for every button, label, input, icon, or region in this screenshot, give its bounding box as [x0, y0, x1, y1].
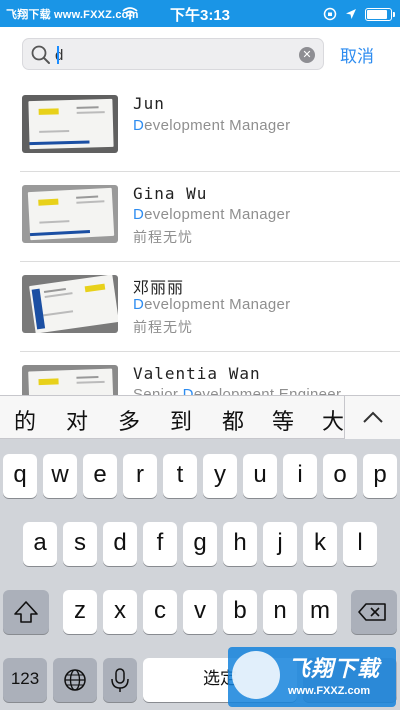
title-prefix: Senior	[133, 386, 183, 395]
watermark-url: www.FXXZ.com	[288, 685, 371, 697]
search-header: ✕ 取消	[0, 27, 400, 82]
shift-icon	[14, 601, 38, 623]
chevron-up-icon	[363, 411, 383, 423]
app-root: 飞翔下载 www.FXXZ.com 下午3:13 d ✕ 取消 Jun Deve…	[0, 0, 400, 710]
key-m[interactable]: m	[303, 590, 337, 634]
result-row[interactable]: Valentia Wan Senior Development Engineer	[0, 352, 400, 395]
shift-key[interactable]	[3, 590, 49, 634]
title-text: evelopment Manager	[144, 117, 291, 134]
key-h[interactable]: h	[223, 522, 257, 566]
contact-name: Jun	[133, 94, 165, 113]
key-z[interactable]: z	[63, 590, 97, 634]
key-x[interactable]: x	[103, 590, 137, 634]
globe-key[interactable]	[53, 658, 97, 702]
contact-title: Development Manager	[133, 117, 290, 134]
watermark-text: 飞翔下载	[288, 656, 381, 681]
match-highlight: D	[133, 296, 145, 313]
dictation-key[interactable]	[103, 658, 137, 702]
key-o[interactable]: o	[323, 454, 357, 498]
microphone-icon	[111, 668, 129, 692]
clear-search-button[interactable]: ✕	[299, 47, 315, 63]
key-a[interactable]: a	[23, 522, 57, 566]
contact-name: Valentia Wan	[133, 364, 261, 383]
title-text: evelopment Engineer	[193, 386, 342, 395]
key-g[interactable]: g	[183, 522, 217, 566]
title-text: evelopment Manager	[144, 206, 291, 223]
contact-company: 前程无忧	[133, 319, 193, 335]
delete-key[interactable]	[351, 590, 397, 634]
candidate-word[interactable]: 对	[66, 404, 88, 436]
key-t[interactable]: t	[163, 454, 197, 498]
backspace-icon	[358, 603, 386, 621]
status-bar: 飞翔下载 www.FXXZ.com 下午3:13	[0, 0, 400, 27]
expand-candidates-button[interactable]	[344, 396, 400, 439]
globe-icon	[64, 669, 86, 691]
match-highlight: D	[182, 386, 194, 395]
key-p[interactable]: p	[363, 454, 397, 498]
location-icon	[346, 9, 356, 19]
key-w[interactable]: w	[43, 454, 77, 498]
search-input[interactable]	[55, 43, 285, 67]
business-card-thumbnail	[22, 95, 118, 153]
candidate-word[interactable]: 到	[170, 404, 192, 436]
key-j[interactable]: j	[263, 522, 297, 566]
key-b[interactable]: b	[223, 590, 257, 634]
candidate-word[interactable]: 都	[222, 404, 244, 436]
key-q[interactable]: q	[3, 454, 37, 498]
key-y[interactable]: y	[203, 454, 237, 498]
cancel-button[interactable]: 取消	[340, 42, 374, 67]
watermark-logo: 飞翔下载 www.FXXZ.com	[228, 647, 396, 707]
candidate-word[interactable]: 多	[118, 404, 140, 436]
candidate-word[interactable]: 的	[14, 404, 36, 436]
key-d[interactable]: d	[103, 522, 137, 566]
contact-title: Senior Development Engineer	[133, 386, 341, 395]
contact-title: Development Manager	[133, 206, 290, 223]
text-cursor	[57, 46, 59, 64]
business-card-thumbnail	[22, 275, 118, 333]
orientation-lock-icon	[323, 7, 337, 21]
key-v[interactable]: v	[183, 590, 217, 634]
numbers-key[interactable]: 123	[3, 658, 47, 702]
business-card-thumbnail	[22, 185, 118, 243]
key-e[interactable]: e	[83, 454, 117, 498]
battery-icon	[365, 7, 395, 21]
key-c[interactable]: c	[143, 590, 177, 634]
search-box[interactable]: ✕	[22, 38, 324, 70]
match-highlight: D	[133, 117, 145, 134]
key-u[interactable]: u	[243, 454, 277, 498]
key-r[interactable]: r	[123, 454, 157, 498]
contact-name: 邓丽丽	[133, 278, 185, 297]
key-s[interactable]: s	[63, 522, 97, 566]
search-icon	[31, 45, 50, 64]
result-row[interactable]: 邓丽丽 Development Manager 前程无忧	[0, 262, 400, 352]
status-right-icons	[323, 5, 395, 23]
match-highlight: D	[133, 206, 145, 223]
business-card-thumbnail	[22, 365, 118, 395]
key-i[interactable]: i	[283, 454, 317, 498]
title-text: evelopment Manager	[144, 296, 291, 313]
result-list: Jun Development Manager Gina Wu Developm…	[0, 82, 400, 395]
contact-title: Development Manager	[133, 296, 290, 313]
candidate-bar: 的 对 多 到 都 等 大	[0, 395, 400, 439]
contact-name: Gina Wu	[133, 184, 208, 203]
result-row[interactable]: Gina Wu Development Manager 前程无忧	[0, 172, 400, 262]
watermark-emblem-icon	[232, 651, 280, 699]
key-f[interactable]: f	[143, 522, 177, 566]
result-row[interactable]: Jun Development Manager	[0, 82, 400, 172]
candidate-word[interactable]: 等	[272, 404, 294, 436]
key-l[interactable]: l	[343, 522, 377, 566]
key-n[interactable]: n	[263, 590, 297, 634]
key-k[interactable]: k	[303, 522, 337, 566]
candidate-word[interactable]: 大	[322, 404, 344, 436]
contact-company: 前程无忧	[133, 229, 193, 245]
